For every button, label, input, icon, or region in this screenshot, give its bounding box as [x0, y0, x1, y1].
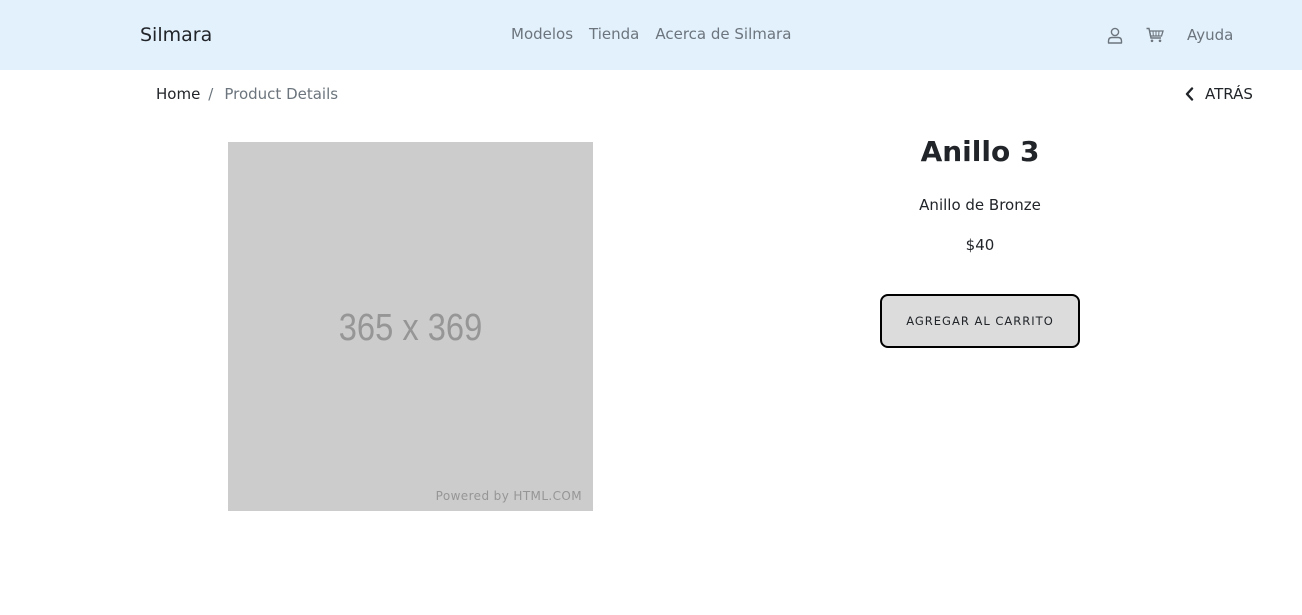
nav-link-ayuda[interactable]: Ayuda [1187, 25, 1233, 45]
breadcrumb-current: Product Details [224, 85, 339, 103]
back-label: ATRÁS [1205, 85, 1253, 103]
nav-link-modelos[interactable]: Modelos [511, 24, 573, 44]
breadcrumb-separator: / [208, 85, 214, 103]
top-navbar: Silmara Modelos Tienda Acerca de Silmara… [0, 0, 1302, 70]
chevron-left-icon [1185, 87, 1194, 101]
product-description: Anillo de Bronze [919, 196, 1041, 214]
breadcrumb: Home / Product Details [156, 84, 338, 104]
cart-icon[interactable] [1145, 25, 1165, 45]
nav-actions: Ayuda [1105, 22, 1233, 48]
image-credit-text: Powered by HTML.COM [435, 489, 582, 503]
add-to-cart-button[interactable]: AGREGAR AL CARRITO [880, 294, 1080, 348]
main-nav: Modelos Tienda Acerca de Silmara [511, 24, 791, 44]
product-price: $40 [965, 236, 995, 254]
nav-link-tienda[interactable]: Tienda [589, 24, 639, 44]
breadcrumb-home-link[interactable]: Home [156, 84, 200, 104]
product-image-placeholder: 365 x 369 Powered by HTML.COM [228, 142, 593, 511]
product-details: Anillo 3 Anillo de Bronze $40 AGREGAR AL… [780, 132, 1180, 348]
brand-logo-link[interactable]: Silmara [140, 22, 212, 48]
product-title: Anillo 3 [920, 135, 1040, 168]
image-dimensions-text: 365 x 369 [338, 307, 483, 349]
back-button[interactable]: ATRÁS [1185, 84, 1253, 104]
user-icon[interactable] [1105, 25, 1125, 45]
nav-link-acerca[interactable]: Acerca de Silmara [655, 24, 791, 44]
